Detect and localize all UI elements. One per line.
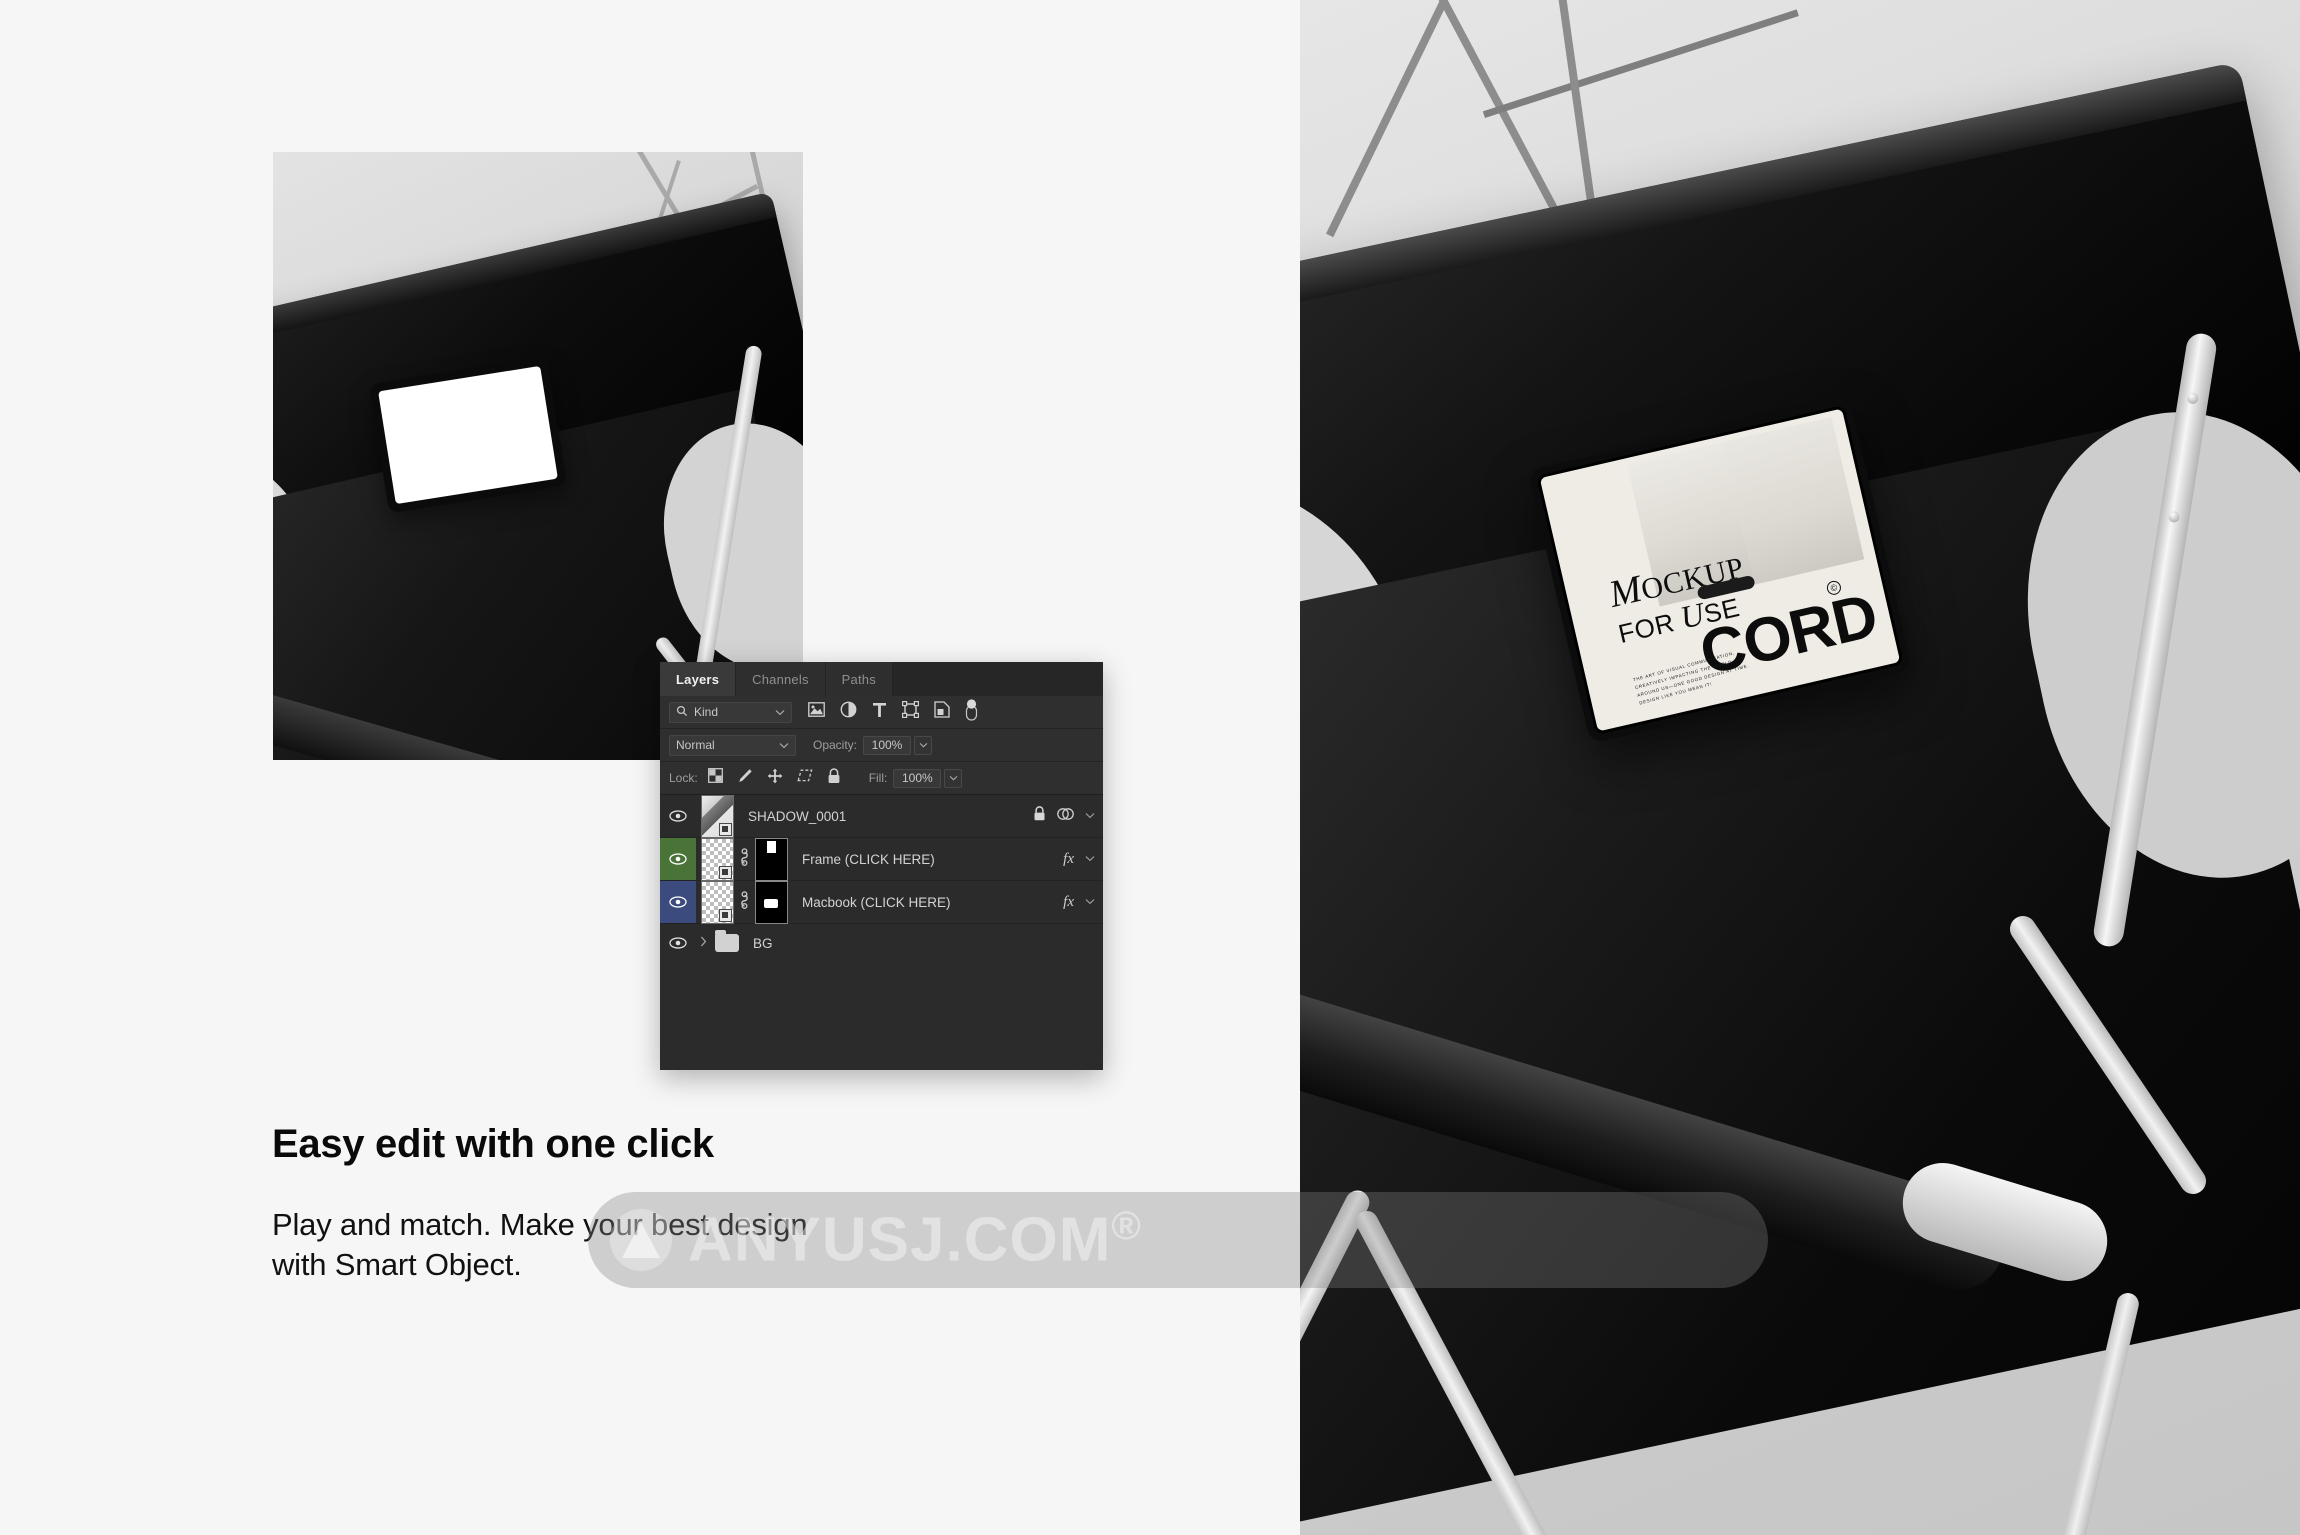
search-icon [676,705,688,720]
layer-name: Macbook (CLICK HERE) [802,894,951,910]
smart-object-badge-icon [719,822,732,836]
layer-visibility-toggle[interactable] [660,838,696,880]
lock-image-pixels-icon[interactable] [737,768,753,789]
tab-bar-filler [892,662,1103,696]
layer-mask-thumbnail[interactable] [755,880,788,924]
filter-kind-label: Kind [694,705,719,719]
adjustment-layer-filter-icon[interactable] [840,701,857,723]
filter-toggle-switch-icon[interactable] [965,698,978,726]
blank-tablet-mockup [368,356,568,514]
fill-label: Fill: [868,771,888,785]
layer-filter-row: Kind [660,696,1103,729]
layer-row-shadow[interactable]: SHADOW_0001 [660,794,1103,838]
filter-icon-group [808,698,978,726]
layer-row-icons [1033,795,1095,837]
tab-channels-label: Channels [752,671,809,687]
lock-all-icon[interactable] [827,767,841,789]
layer-name: Frame (CLICK HERE) [802,851,935,867]
layer-row-macbook[interactable]: Macbook (CLICK HERE) fx [660,880,1103,924]
layer-mask-thumbnail[interactable] [755,837,788,881]
layer-row-bg-group[interactable]: BG [660,924,1103,962]
eye-icon [669,937,687,949]
mask-white-area [767,840,776,853]
eye-icon [669,896,687,908]
shape-layer-filter-icon[interactable] [902,701,919,723]
group-name: BG [753,935,773,951]
opacity-stepper-icon[interactable] [914,735,933,755]
chevron-down-icon[interactable] [1085,896,1095,908]
layer-thumbnail-group [696,794,734,838]
blend-mode-row: Normal Opacity: 100% [660,729,1103,762]
mask-link-icon[interactable] [739,847,750,871]
smart-object-filter-icon[interactable] [934,701,950,723]
lock-icon[interactable] [1033,806,1046,826]
layer-name: SHADOW_0001 [748,808,847,824]
eye-icon [669,810,687,822]
artwork-for-label: FOR [1615,607,1678,650]
rivet-icon [2167,510,2181,524]
fx-icon[interactable]: fx [1063,894,1074,911]
chevron-down-icon[interactable] [1085,853,1095,865]
photoshop-layers-panel[interactable]: Layers Channels Paths Kind Normal Opacit… [660,662,1103,1070]
panel-tab-bar: Layers Channels Paths [660,662,1103,696]
lock-transparency-icon[interactable] [707,768,723,788]
tab-layers[interactable]: Layers [660,662,737,696]
fill-stepper-icon[interactable] [944,768,963,788]
layer-thumbnail[interactable] [701,794,734,838]
lock-icon-group [707,767,841,789]
smart-object-badge-icon [719,865,732,879]
pixel-layer-filter-icon[interactable] [808,702,825,722]
mask-link-icon[interactable] [739,890,750,914]
layer-row-frame[interactable]: Frame (CLICK HERE) fx [660,837,1103,881]
opacity-input[interactable]: 100% [863,735,912,755]
layer-visibility-toggle[interactable] [660,795,696,837]
fx-icon[interactable]: fx [1063,851,1074,868]
tab-paths-label: Paths [841,671,876,687]
chevron-down-icon[interactable] [779,738,789,752]
smart-object-badge-icon [719,908,732,922]
page-subtitle: Play and match. Make your best design wi… [272,1207,808,1282]
layer-visibility-toggle[interactable] [660,881,696,923]
layer-thumbnail[interactable] [701,837,734,881]
layer-thumbnail-group [696,880,788,924]
folder-icon [715,930,739,952]
fill-input[interactable]: 100% [893,768,942,788]
lock-artboard-nesting-icon[interactable] [797,768,813,788]
type-layer-filter-icon[interactable] [872,702,887,723]
chevron-down-icon[interactable] [1085,810,1095,822]
tab-layers-label: Layers [676,671,720,687]
layer-list: SHADOW_0001 Frame (CLICK HERE) fx Macboo… [660,794,1103,962]
opacity-label: Opacity: [813,738,858,752]
layer-row-icons: fx [1063,838,1095,880]
blend-options-icon[interactable] [1057,807,1074,826]
tab-channels[interactable]: Channels [736,662,826,696]
filter-kind-dropdown[interactable]: Kind [669,701,792,723]
mask-white-area [764,898,778,908]
chevron-down-icon[interactable] [775,705,785,719]
lock-row: Lock: Fill: 100% [660,762,1103,795]
layer-thumbnail-group [696,837,788,881]
blend-mode-value: Normal [676,738,715,752]
page-title: Easy edit with one click [272,1122,714,1166]
hero-mockup-photo: MOCKUP FOR USE CORD © THE ART OF VISUAL … [1300,0,2300,1535]
left-info-pane: Layers Channels Paths Kind Normal Opacit… [0,0,1300,1535]
blend-mode-select[interactable]: Normal [669,734,796,756]
rivet-icon [2186,392,2200,405]
tab-paths[interactable]: Paths [825,662,893,696]
lock-position-icon[interactable] [767,768,783,789]
presentation-slide: Layers Channels Paths Kind Normal Opacit… [0,0,2300,1535]
layer-visibility-toggle[interactable] [660,924,696,962]
layer-thumbnail[interactable] [701,880,734,924]
layer-row-icons: fx [1063,881,1095,923]
chevron-right-icon[interactable] [700,936,707,950]
artwork-body-text: THE ART OF VISUAL COMMUNICATION, CREATIV… [1632,650,1750,706]
lock-label: Lock: [669,771,698,785]
eye-icon [669,853,687,865]
